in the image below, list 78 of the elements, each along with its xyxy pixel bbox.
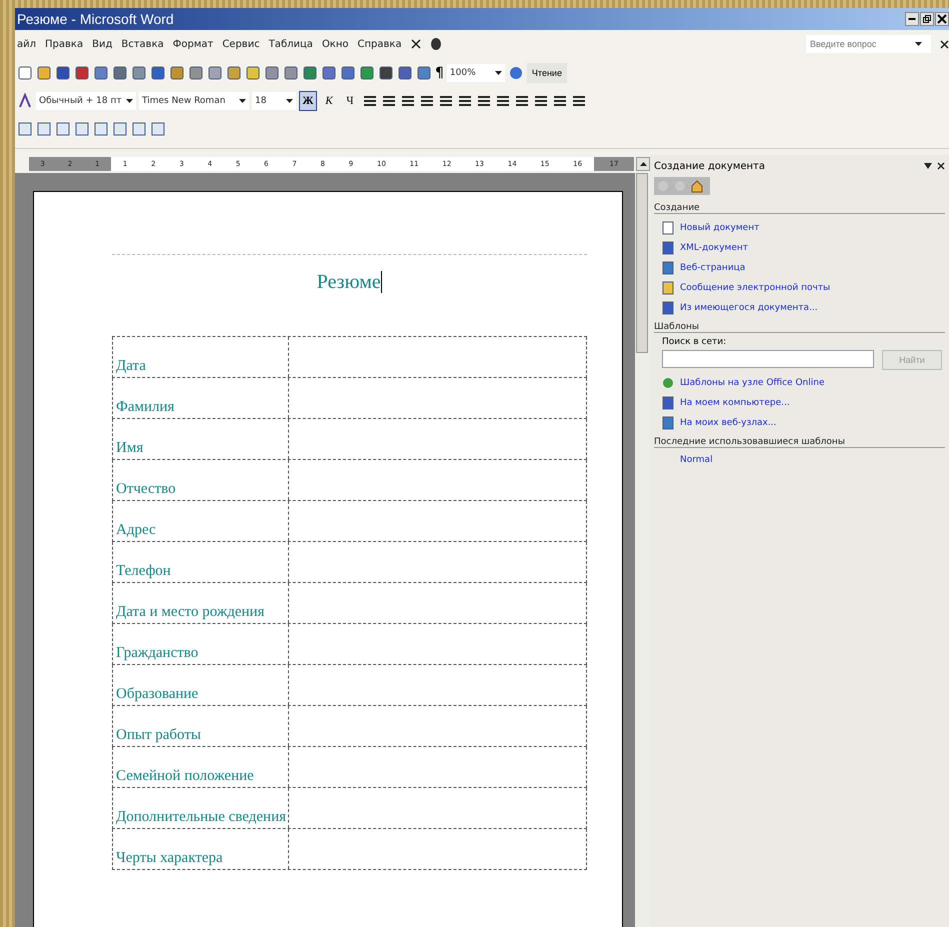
- text-cursor: [380, 271, 382, 293]
- task-pane-link[interactable]: На моем компьютере...: [680, 398, 790, 408]
- sphere-icon[interactable]: [430, 37, 442, 51]
- task-pane-link[interactable]: Из имеющегося документа...: [680, 303, 818, 313]
- table-cell: Черты характера: [113, 829, 289, 869]
- document-icon: [662, 241, 674, 255]
- minimize-icon: [908, 18, 916, 20]
- font-size-dropdown[interactable]: 18: [252, 92, 296, 110]
- document-title: Резюме: [316, 271, 381, 294]
- task-pane-link[interactable]: Шаблоны на узле Office Online: [680, 378, 824, 388]
- style-dropdown[interactable]: Обычный + 18 пт: [36, 92, 136, 110]
- caret-icon: [126, 98, 133, 104]
- section-heading: Шаблоны: [654, 322, 945, 333]
- caret-icon[interactable]: [915, 42, 922, 46]
- table-cell: Адрес: [113, 501, 289, 541]
- task-pane-link[interactable]: XML-документ: [680, 243, 748, 253]
- task-pane-link[interactable]: Новый документ: [680, 223, 760, 233]
- scroll-up-button[interactable]: [636, 157, 650, 171]
- document-icon: [662, 221, 674, 235]
- up-arrow-icon: [640, 162, 646, 166]
- close-icon: [937, 14, 947, 24]
- table-cell: Дата и место рождения: [113, 583, 289, 623]
- table-cell: Дата: [113, 337, 289, 377]
- document-icon: [662, 261, 674, 275]
- restore-icon: [922, 14, 932, 24]
- table-cell: Опыт работы: [113, 706, 289, 746]
- document-icon: [662, 396, 674, 410]
- menu-item[interactable]: Формат: [172, 38, 214, 50]
- bold-button[interactable]: Ж: [299, 91, 317, 111]
- table-cell: Семейной положение: [113, 747, 289, 787]
- task-pane-link[interactable]: На моих веб-узлах...: [680, 418, 776, 428]
- close-button[interactable]: [935, 12, 949, 26]
- table-cell: Фамилия: [113, 378, 289, 418]
- zoom-dropdown[interactable]: 100%: [446, 64, 505, 82]
- section-heading: Создание: [654, 203, 945, 214]
- font-dropdown[interactable]: Times New Roman: [139, 92, 249, 110]
- table-cell: Образование: [113, 665, 289, 705]
- minimize-button[interactable]: [905, 12, 919, 26]
- search-label: Поиск в сети:: [661, 337, 728, 347]
- italic-button[interactable]: К: [320, 91, 338, 111]
- close-small-icon[interactable]: [410, 39, 421, 49]
- table-cell: Гражданство: [113, 624, 289, 664]
- menu-item[interactable]: Сервис: [222, 38, 260, 50]
- reading-button[interactable]: Чтение: [526, 63, 567, 83]
- document-icon: [662, 281, 674, 295]
- document-icon: [662, 301, 674, 315]
- table-cell: Отчество: [113, 460, 289, 500]
- table-cell: Имя: [113, 419, 289, 459]
- task-pane-title: Создание документа: [654, 160, 766, 172]
- menu-item[interactable]: Окно: [322, 38, 349, 50]
- caret-icon: [494, 70, 502, 76]
- menu-item[interactable]: Таблица: [268, 38, 313, 50]
- task-pane-link[interactable]: Normal: [680, 455, 713, 465]
- menu-item[interactable]: Справка: [358, 38, 402, 50]
- close-icon[interactable]: [940, 40, 949, 48]
- dropdown-arrow-icon[interactable]: [924, 163, 932, 169]
- menu-item[interactable]: Вид: [92, 38, 112, 50]
- help-search-box[interactable]: Введите вопрос: [806, 35, 931, 53]
- close-icon[interactable]: [937, 162, 945, 170]
- menu-item[interactable]: Вставка: [121, 38, 164, 50]
- menu-item[interactable]: Правка: [45, 38, 84, 50]
- caret-icon: [239, 98, 246, 104]
- table-cell: Дополнительные сведения: [113, 788, 289, 828]
- search-field[interactable]: [662, 350, 874, 368]
- restore-button[interactable]: [920, 12, 934, 26]
- section-heading: Последние использовавшиеся шаблоны: [654, 437, 945, 448]
- document-icon: [662, 416, 674, 430]
- caret-icon: [286, 98, 293, 104]
- underline-button[interactable]: Ч: [341, 91, 359, 111]
- window-title: Резюме - Microsoft Word: [17, 11, 174, 27]
- home-icon[interactable]: [690, 179, 704, 193]
- task-pane-link[interactable]: Веб-страница: [680, 263, 746, 273]
- scroll-thumb[interactable]: [636, 173, 648, 353]
- pilcrow-button[interactable]: ¶: [435, 65, 444, 81]
- task-pane-link[interactable]: Сообщение электронной почты: [680, 283, 830, 293]
- vertical-scrollbar[interactable]: [635, 173, 650, 927]
- menu-item[interactable]: айл: [17, 38, 36, 50]
- table-cell: Телефон: [113, 542, 289, 582]
